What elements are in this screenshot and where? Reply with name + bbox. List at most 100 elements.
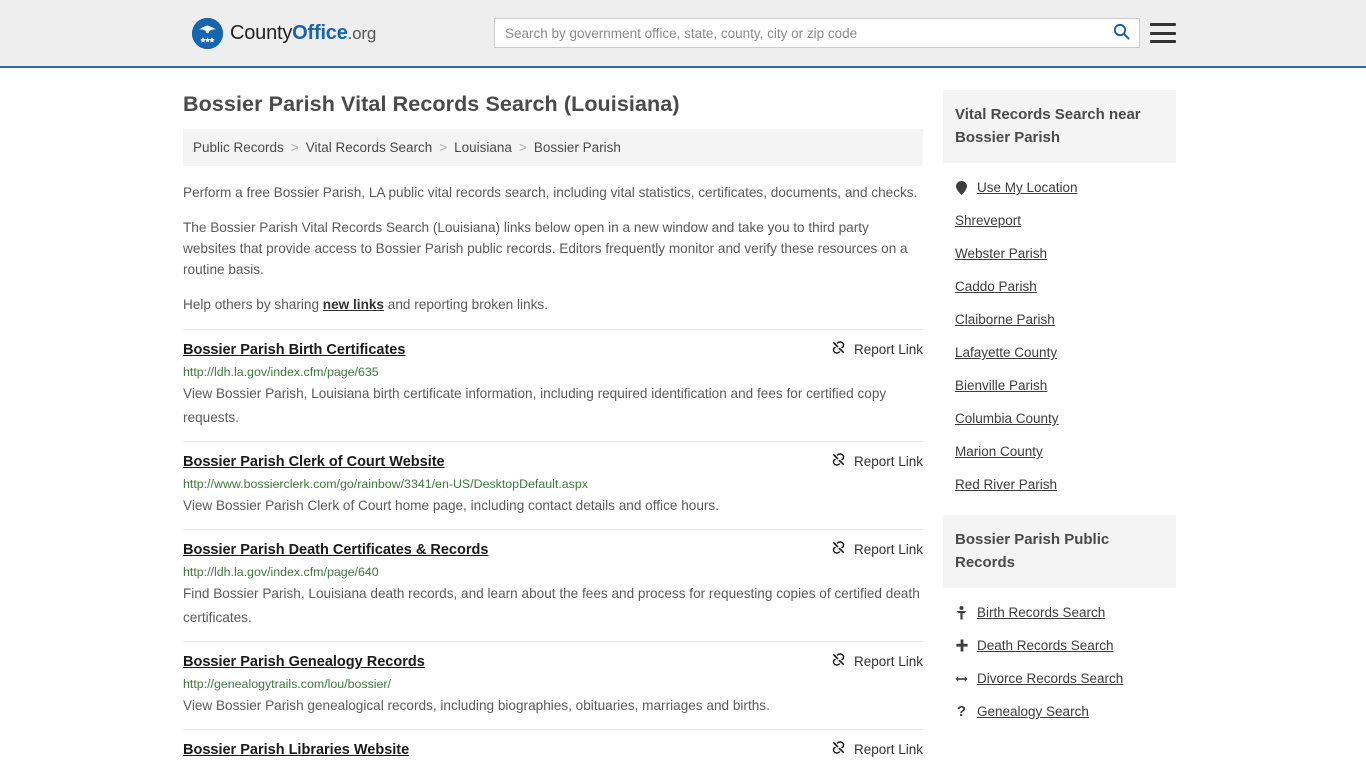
- sidebar-link-label[interactable]: Birth Records Search: [977, 605, 1105, 620]
- result-header: Bossier Parish Birth Certificates Report…: [183, 340, 923, 360]
- breadcrumb-item-vital-records-search[interactable]: Vital Records Search: [306, 140, 433, 155]
- content-container: Bossier Parish Vital Records Search (Lou…: [183, 68, 1176, 768]
- intro-paragraph-2: The Bossier Parish Vital Records Search …: [183, 220, 908, 277]
- broken-link-icon: [831, 340, 846, 358]
- logo-part-office: Office: [292, 21, 348, 44]
- breadcrumb-separator: >: [439, 140, 448, 155]
- broken-link-icon: [831, 452, 846, 470]
- sidebar-link-label[interactable]: Columbia County: [955, 411, 1059, 426]
- site-logo[interactable]: CountyOffice.org: [192, 17, 376, 49]
- sidebar-link-label[interactable]: Genealogy Search: [977, 704, 1089, 719]
- result-title-link[interactable]: Bossier Parish Death Certificates & Reco…: [183, 540, 488, 560]
- sidebar-public-records-list: Birth Records Search Death Records Searc…: [943, 588, 1176, 728]
- result-url: http://ldh.la.gov/index.cfm/page/635: [183, 365, 379, 379]
- sidebar-link-label[interactable]: Webster Parish: [955, 246, 1047, 261]
- broken-link-icon: [831, 652, 846, 670]
- report-link-label: Report Link: [853, 653, 923, 669]
- result-description: Find Bossier Parish, Louisiana death rec…: [183, 586, 920, 625]
- sidebar-link-label[interactable]: Lafayette County: [955, 345, 1057, 360]
- result-item: Bossier Parish Clerk of Court Website Re…: [183, 441, 923, 529]
- breadcrumb-item-louisiana[interactable]: Louisiana: [454, 140, 512, 155]
- eagle-seal-icon: [192, 17, 223, 49]
- broken-link-icon: [831, 540, 846, 558]
- search-bar[interactable]: [494, 18, 1140, 48]
- report-link-button[interactable]: Report Link: [817, 740, 923, 758]
- result-description: View Bossier Parish Clerk of Court home …: [183, 498, 719, 513]
- map-pin-icon: [955, 180, 968, 195]
- sidebar-item-columbia-county[interactable]: Columbia County: [955, 402, 1164, 435]
- cross-icon: [955, 639, 968, 652]
- result-item: Bossier Parish Libraries Website Report …: [183, 729, 923, 768]
- result-title-link[interactable]: Bossier Parish Genealogy Records: [183, 652, 425, 672]
- report-link-button[interactable]: Report Link: [817, 540, 923, 558]
- search-icon: [1113, 23, 1130, 43]
- baby-icon: [955, 605, 968, 620]
- report-link-button[interactable]: Report Link: [817, 652, 923, 670]
- hamburger-menu-icon[interactable]: [1150, 23, 1176, 43]
- sidebar-link-label[interactable]: Use My Location: [977, 180, 1078, 195]
- breadcrumb-separator: >: [290, 140, 299, 155]
- result-url: http://ldh.la.gov/index.cfm/page/640: [183, 565, 379, 579]
- sidebar-link-label[interactable]: Caddo Parish: [955, 279, 1037, 294]
- sidebar-section-public-records: Bossier Parish Public Records Birth Reco…: [943, 515, 1176, 728]
- result-title-link[interactable]: Bossier Parish Clerk of Court Website: [183, 452, 445, 472]
- sidebar-item-lafayette-county[interactable]: Lafayette County: [955, 336, 1164, 369]
- result-description: View Bossier Parish genealogical records…: [183, 698, 770, 713]
- sidebar-item-caddo-parish[interactable]: Caddo Parish: [955, 270, 1164, 303]
- logo-part-county: County: [230, 21, 293, 44]
- main-column: Bossier Parish Vital Records Search (Lou…: [183, 68, 923, 768]
- sidebar: Vital Records Search near Bossier Parish…: [943, 68, 1176, 768]
- sidebar-item-shreveport[interactable]: Shreveport: [955, 204, 1164, 237]
- result-item: Bossier Parish Birth Certificates Report…: [183, 329, 923, 441]
- sidebar-item-marion-county[interactable]: Marion County: [955, 435, 1164, 468]
- result-item: Bossier Parish Genealogy Records Report …: [183, 641, 923, 729]
- sidebar-item-webster-parish[interactable]: Webster Parish: [955, 237, 1164, 270]
- sidebar-item-use-my-location[interactable]: Use My Location: [955, 171, 1164, 204]
- report-link-button[interactable]: Report Link: [817, 452, 923, 470]
- search-button[interactable]: [1103, 19, 1139, 47]
- report-link-button[interactable]: Report Link: [817, 340, 923, 358]
- breadcrumb-separator: >: [518, 140, 527, 155]
- sidebar-link-label[interactable]: Bienville Parish: [955, 378, 1047, 393]
- sidebar-section-nearby: Vital Records Search near Bossier Parish…: [943, 90, 1176, 501]
- new-links-link[interactable]: new links: [323, 297, 384, 312]
- sidebar-link-label[interactable]: Shreveport: [955, 213, 1021, 228]
- sidebar-item-bienville-parish[interactable]: Bienville Parish: [955, 369, 1164, 402]
- intro-p3-before: Help others by sharing: [183, 297, 323, 312]
- intro-text: Perform a free Bossier Parish, LA public…: [183, 182, 923, 315]
- report-link-label: Report Link: [853, 541, 923, 557]
- sidebar-link-label[interactable]: Divorce Records Search: [977, 671, 1123, 686]
- sidebar-item-red-river-parish[interactable]: Red River Parish: [955, 468, 1164, 501]
- report-link-label: Report Link: [853, 341, 923, 357]
- left-right-arrow-icon: [955, 674, 968, 684]
- broken-link-icon: [831, 740, 846, 758]
- sidebar-link-label[interactable]: Red River Parish: [955, 477, 1057, 492]
- sidebar-item-divorce-records-search[interactable]: Divorce Records Search: [955, 662, 1164, 695]
- result-header: Bossier Parish Death Certificates & Reco…: [183, 540, 923, 560]
- result-header: Bossier Parish Genealogy Records Report …: [183, 652, 923, 672]
- sidebar-link-label[interactable]: Death Records Search: [977, 638, 1114, 653]
- report-link-label: Report Link: [853, 453, 923, 469]
- breadcrumb-item-public-records[interactable]: Public Records: [193, 140, 284, 155]
- result-title-link[interactable]: Bossier Parish Libraries Website: [183, 740, 409, 760]
- hamburger-bar: [1150, 31, 1176, 35]
- sidebar-link-label[interactable]: Marion County: [955, 444, 1043, 459]
- intro-paragraph-3: Help others by sharing new links and rep…: [183, 294, 923, 315]
- site-logo-text: CountyOffice.org: [230, 22, 376, 45]
- question-mark-icon: ?: [956, 703, 967, 720]
- sidebar-item-claiborne-parish[interactable]: Claiborne Parish: [955, 303, 1164, 336]
- sidebar-item-death-records-search[interactable]: Death Records Search: [955, 629, 1164, 662]
- result-item: Bossier Parish Death Certificates & Reco…: [183, 529, 923, 641]
- site-header: CountyOffice.org: [0, 0, 1366, 68]
- logo-part-org: .org: [347, 23, 377, 43]
- result-url: http://www.bossierclerk.com/go/rainbow/3…: [183, 477, 588, 491]
- breadcrumb-item-bossier-parish: Bossier Parish: [533, 140, 621, 155]
- sidebar-item-birth-records-search[interactable]: Birth Records Search: [955, 596, 1164, 629]
- search-input[interactable]: [495, 19, 1103, 47]
- result-title-link[interactable]: Bossier Parish Birth Certificates: [183, 340, 405, 360]
- sidebar-item-genealogy-search[interactable]: ? Genealogy Search: [955, 695, 1164, 728]
- intro-paragraph-1: Perform a free Bossier Parish, LA public…: [183, 185, 918, 200]
- result-header: Bossier Parish Libraries Website Report …: [183, 740, 923, 760]
- sidebar-link-label[interactable]: Claiborne Parish: [955, 312, 1055, 327]
- report-link-label: Report Link: [853, 741, 923, 757]
